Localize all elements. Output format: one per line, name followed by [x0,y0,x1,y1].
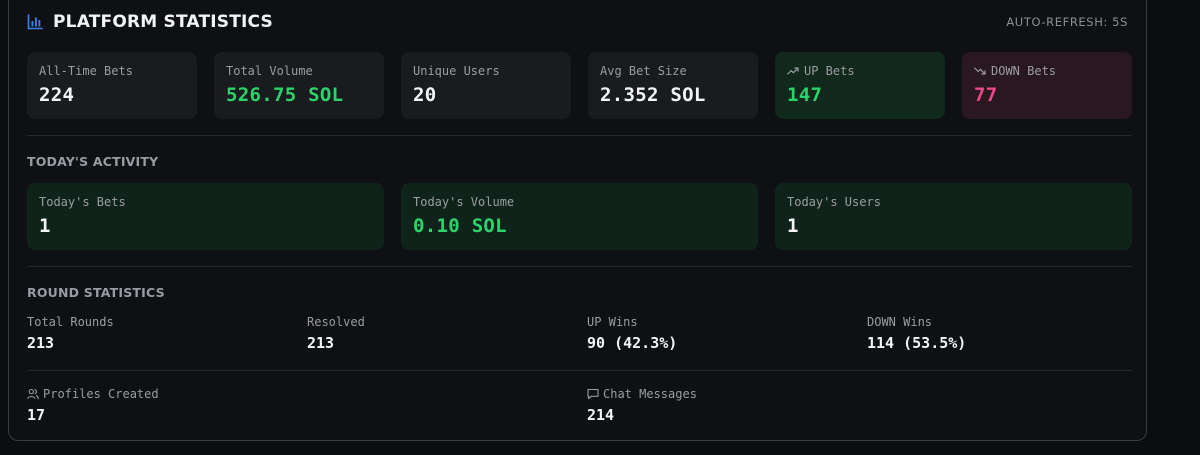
trending-up-icon [787,66,799,76]
card-label: UP Bets [804,64,855,78]
stat-value: 214 [587,406,615,424]
stat-resolved: Resolved 213 [307,314,365,352]
platform-statistics-panel: PLATFORM STATISTICS AUTO-REFRESH: 5S All… [8,0,1147,441]
card-value: 20 [413,84,437,106]
stat-profiles-created: Profiles Created 17 [27,386,159,424]
round-stats: Total Rounds 213 Resolved 213 UP Wins 90… [27,314,1132,354]
card-label: DOWN Bets [991,64,1057,78]
stat-up-wins: UP Wins 90 (42.3%) [587,314,677,352]
stat-value: 213 [27,334,55,352]
card-value: 0.10 SOL [413,215,507,237]
auto-refresh-indicator: AUTO-REFRESH: 5S [1006,15,1128,29]
stat-label: Resolved [307,315,365,329]
stat-card-down-bets: DOWN Bets 77 [962,52,1132,119]
title-group: PLATFORM STATISTICS [27,12,273,32]
stat-down-wins: DOWN Wins 114 (53.5%) [867,314,966,352]
stat-card-all-time-bets: All-Time Bets 224 [27,52,197,119]
card-label: Avg Bet Size [600,64,687,78]
round-statistics-title: ROUND STATISTICS [27,285,165,300]
panel-title: PLATFORM STATISTICS [53,12,273,32]
section-divider [27,370,1132,371]
todays-activity-title: TODAY'S ACTIVITY [27,154,159,169]
stat-label-row: Profiles Created [27,386,159,402]
card-label: Today's Bets [39,195,126,209]
stat-card-total-volume: Total Volume 526.75 SOL [214,52,384,119]
stat-value: 90 (42.3%) [587,334,678,352]
section-divider [27,135,1132,136]
stat-value: 114 (53.5%) [867,334,967,352]
users-icon [27,388,39,400]
stat-card-todays-bets: Today's Bets 1 [27,183,384,250]
panel-header: PLATFORM STATISTICS AUTO-REFRESH: 5S [27,11,1128,33]
stat-card-unique-users: Unique Users 20 [401,52,571,119]
card-label-row: UP Bets [787,63,933,79]
stat-card-avg-bet-size: Avg Bet Size 2.352 SOL [588,52,758,119]
todays-activity-stats: Today's Bets 1 Today's Volume 0.10 SOL T… [27,183,1132,250]
card-value: 224 [39,84,75,106]
card-value: 77 [974,84,998,106]
stat-chat-messages: Chat Messages 214 [587,386,697,424]
stat-total-rounds: Total Rounds 213 [27,314,114,352]
overview-stats: All-Time Bets 224 Total Volume 526.75 SO… [27,52,1132,119]
stat-label: DOWN Wins [867,315,933,329]
card-value: 526.75 SOL [226,84,344,106]
card-label: Unique Users [413,64,500,78]
stat-label-row: Chat Messages [587,386,697,402]
card-value: 1 [39,215,51,237]
card-value: 1 [787,215,799,237]
stat-value: 213 [307,334,335,352]
community-stats: Profiles Created 17 Chat Messages 214 [27,386,1132,426]
stat-card-up-bets: UP Bets 147 [775,52,945,119]
card-label: Today's Users [787,195,881,209]
trending-down-icon [974,66,986,76]
card-label-row: DOWN Bets [974,63,1120,79]
stat-label: Total Rounds [27,315,114,329]
chat-icon [587,388,599,400]
card-label: All-Time Bets [39,64,133,78]
stat-label: Chat Messages [603,387,697,401]
card-label: Today's Volume [413,195,515,209]
section-divider [27,266,1132,267]
stat-card-todays-volume: Today's Volume 0.10 SOL [401,183,758,250]
bar-chart-icon [27,14,43,30]
stat-card-todays-users: Today's Users 1 [775,183,1132,250]
card-label: Total Volume [226,64,313,78]
card-value: 2.352 SOL [600,84,706,106]
stat-value: 17 [27,406,46,424]
stat-label: UP Wins [587,315,638,329]
card-value: 147 [787,84,823,106]
stat-label: Profiles Created [43,387,159,401]
